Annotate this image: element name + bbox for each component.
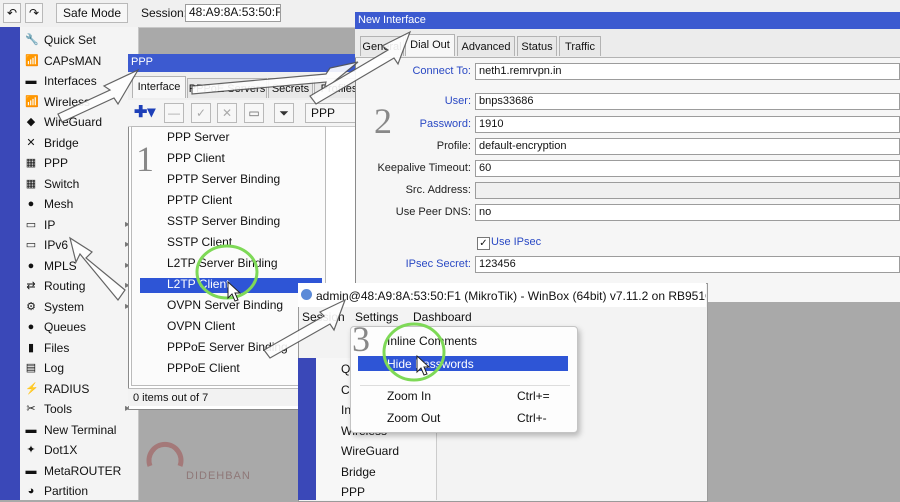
- watermark-logo: [146, 442, 184, 467]
- watermark-text: DIDEHBAN: [186, 470, 251, 482]
- step-2-number: 2: [374, 101, 392, 141]
- arrow-to-interfaces: [57, 68, 140, 123]
- annotation-overlay: [57, 30, 446, 467]
- arrow-to-dial-out: [309, 30, 412, 105]
- mouse-cursor-icon-2: [416, 354, 431, 376]
- step-3-number: 3: [352, 319, 370, 359]
- highlight-ring-hide-passwords: [382, 322, 446, 382]
- arrow-to-session: [263, 298, 347, 359]
- highlight-ring-l2tp: [195, 244, 259, 300]
- step-1-number: 1: [136, 139, 154, 179]
- arrow-to-ppp: [69, 236, 126, 301]
